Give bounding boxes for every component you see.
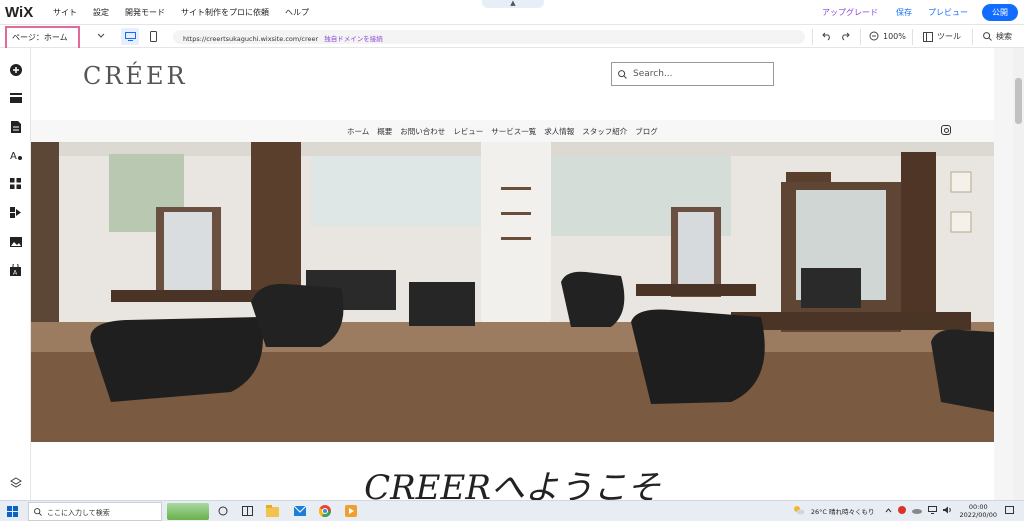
preview-button[interactable]: プレビュー [928,7,968,18]
weather-text[interactable]: 26°C 晴れ時々くもり [811,506,875,516]
nav-about[interactable]: 概要 [377,126,392,137]
menu-settings[interactable]: 設定 [93,7,109,18]
scroll-thumb[interactable] [1015,78,1022,124]
nav-reviews[interactable]: レビュー [453,126,483,137]
menu-hire-pro[interactable]: サイト制作をプロに依頼 [181,7,269,18]
windows-start-icon[interactable] [7,506,18,517]
undo-icon[interactable] [822,31,832,41]
upgrade-button[interactable]: アップグレード [822,7,878,18]
svg-text:A: A [10,151,17,161]
hero-image[interactable] [31,142,994,442]
clock[interactable]: 00:00 2022/00/00 [960,503,997,519]
menu-help[interactable]: ヘルプ [285,7,309,18]
theme-icon[interactable]: A [9,148,22,161]
widgets-icon[interactable] [242,506,253,518]
zoom-level: 100% [883,31,906,41]
collapse-toolbar-tab[interactable]: ▲ [482,0,544,8]
site-search-placeholder: Search... [633,69,673,79]
nav-jobs[interactable]: 求人情報 [544,126,574,137]
taskbar: ここに入力して検索 26°C 晴れ時々くもり 00:00 2022/00/00 [0,500,1024,521]
chevron-down-icon[interactable] [97,31,105,41]
market-icon[interactable]: A [9,263,22,276]
editor-sidebar: A A [0,48,31,500]
search-label: 検索 [996,32,1012,41]
toolbar-divider [812,29,813,45]
notifications-icon[interactable] [1005,505,1014,517]
chrome-icon[interactable] [318,505,331,519]
site-page[interactable]: CRÉER Search... ホーム 概要 お問い合わせ レビュー サービス一… [31,48,994,500]
nav-home[interactable]: ホーム [347,126,369,137]
taskbar-search[interactable]: ここに入力して検索 [28,502,162,521]
tray-chevron-up-icon[interactable] [885,507,892,516]
nav-staff[interactable]: スタッフ紹介 [582,126,627,137]
editor-toolbar: ページ：ホーム https://creertsukaguchi.wixsite.… [0,24,1024,54]
nav-services[interactable]: サービス一覧 [491,126,536,137]
mobile-icon[interactable] [146,28,160,45]
tools-icon [923,31,933,42]
task-view-icon[interactable] [218,506,228,518]
mail-icon[interactable] [293,505,307,519]
toolbar-divider [972,29,973,45]
explorer-icon[interactable] [266,505,279,519]
media-icon[interactable] [9,235,22,248]
editor-actions: アップグレード 保存 プレビュー 公開 [822,4,1018,21]
nav-contact[interactable]: お問い合わせ [400,126,445,137]
search-icon [983,32,992,41]
news-widget-thumbnail[interactable] [167,503,209,520]
taskbar-search-placeholder: ここに入力して検索 [47,509,110,517]
connect-domain-link[interactable]: 独自ドメインを接続 [324,35,383,43]
search-icon [618,69,627,79]
weather-icon[interactable] [793,505,805,517]
network-icon[interactable] [927,506,937,516]
sections-icon[interactable] [9,91,22,104]
instagram-icon[interactable] [941,125,951,135]
system-tray: 26°C 晴れ時々くもり 00:00 2022/00/00 [793,503,1014,519]
add-icon[interactable] [9,63,22,76]
clock-date: 2022/00/00 [959,511,997,519]
wix-logo[interactable]: WiX [5,4,43,21]
site-search-box[interactable]: Search... [611,62,774,86]
clock-time: 00:00 [968,503,988,511]
menu-site[interactable]: サイト [53,7,77,18]
nav-blog[interactable]: ブログ [635,126,658,137]
onedrive-icon[interactable] [911,507,922,516]
menu-dev-mode[interactable]: 開発モード [125,7,165,18]
publish-button[interactable]: 公開 [982,4,1018,21]
redo-icon[interactable] [840,31,850,41]
site-nav: ホーム 概要 お問い合わせ レビュー サービス一覧 求人情報 スタッフ紹介 ブロ… [31,120,994,142]
canvas-scrollbar[interactable] [1013,48,1024,500]
welcome-heading[interactable]: CREERへようこそ [31,460,994,500]
toolbar-divider [860,29,861,45]
volume-icon[interactable] [942,506,952,516]
antivirus-icon[interactable] [897,506,906,516]
url-bar[interactable]: https://creertsukaguchi.wixsite.com/cree… [173,30,805,44]
site-logo[interactable]: CRÉER [83,62,188,90]
search-button[interactable]: 検索 [983,31,1012,42]
apps-icon[interactable] [9,177,22,190]
zoom-control[interactable]: 100% [869,31,906,41]
pages-icon[interactable] [9,120,22,133]
layers-icon[interactable] [9,476,22,489]
save-button[interactable]: 保存 [896,7,912,18]
desktop-icon[interactable] [121,28,139,45]
business-icon[interactable] [9,206,22,219]
toolbar-divider [912,29,913,45]
search-icon [34,508,42,516]
site-url: https://creertsukaguchi.wixsite.com/cree… [183,35,319,43]
tools-button[interactable]: ツール [923,31,961,42]
zoom-out-icon [869,31,879,41]
tools-label: ツール [937,32,961,41]
media-player-icon[interactable] [345,505,357,519]
